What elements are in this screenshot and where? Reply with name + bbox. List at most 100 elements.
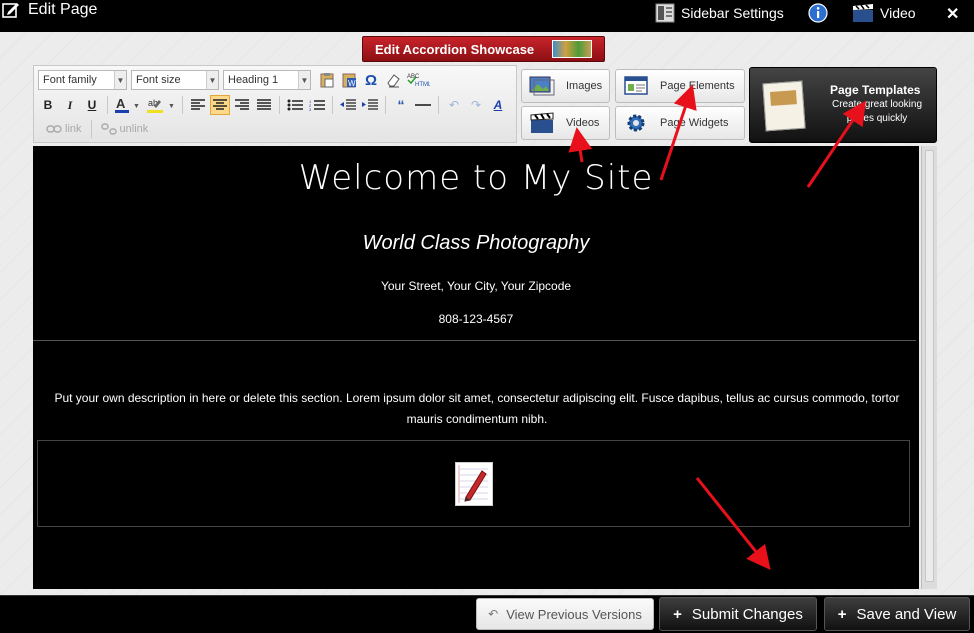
site-heading[interactable]: Welcome to My Site — [33, 158, 919, 198]
numbered-list-icon: 123 — [309, 99, 325, 111]
site-address[interactable]: Your Street, Your City, Your Zipcode — [33, 279, 919, 293]
align-center-button[interactable] — [210, 95, 230, 115]
redo-button[interactable]: ↷ — [466, 95, 486, 115]
video-button[interactable]: Video — [852, 3, 916, 23]
bold-button[interactable]: B — [38, 95, 58, 115]
underline-button[interactable]: U — [82, 95, 102, 115]
page-title: Edit Page — [28, 1, 98, 18]
font-size-label: Font size — [136, 74, 181, 86]
unlink-icon — [100, 123, 117, 135]
save-and-view-label: Save and View — [856, 605, 957, 623]
text-color-icon: A ▼ — [115, 96, 140, 113]
images-label: Images — [566, 80, 603, 92]
content-divider — [33, 340, 916, 341]
font-family-select[interactable]: Font family ▼ — [38, 70, 127, 90]
plus-icon: + — [837, 605, 847, 623]
save-and-view-button[interactable]: + Save and View — [824, 597, 970, 631]
site-subheading[interactable]: World Class Photography — [33, 232, 919, 255]
editor-content-area[interactable]: Welcome to My Site World Class Photograp… — [33, 146, 919, 589]
site-description[interactable]: Put your own description in here or dele… — [37, 388, 917, 430]
outdent-icon — [340, 99, 356, 110]
indent-icon — [362, 99, 378, 110]
toolbar-row-2: B I U A ▼ ab ▼ 123 “ ↶ ↷ A — [38, 95, 508, 115]
content-scrollbar[interactable] — [921, 146, 937, 589]
bullet-list-icon — [287, 99, 303, 111]
edit-accordion-showcase-button[interactable]: Edit Accordion Showcase — [362, 36, 605, 62]
clear-formatting-button[interactable] — [383, 70, 403, 90]
unlink-label: unlink — [119, 123, 149, 135]
chevron-down-icon: ▼ — [298, 71, 310, 89]
videos-button[interactable]: Videos — [521, 106, 610, 140]
toolbar-divider — [332, 96, 333, 114]
align-left-icon — [191, 99, 205, 110]
styles-icon: A — [493, 98, 503, 112]
heading-label: Heading 1 — [228, 74, 279, 86]
page-elements-button[interactable]: Page Elements — [615, 69, 745, 103]
scrollbar-thumb[interactable] — [925, 150, 934, 582]
sidebar-icon — [655, 3, 675, 23]
quote-icon: “ — [397, 97, 405, 113]
site-phone[interactable]: 808-123-4567 — [33, 312, 919, 326]
align-right-icon — [235, 99, 249, 110]
clapperboard-icon — [853, 4, 873, 22]
heading-select[interactable]: Heading 1 ▼ — [223, 70, 311, 90]
toolbar-divider — [438, 96, 439, 114]
window-titlebar: Edit Page Sidebar Settings Video ✕ — [0, 0, 974, 32]
toolbar-row-1: Font family ▼ Font size ▼ Heading 1 ▼ W … — [38, 70, 431, 90]
unlink-button[interactable]: unlink — [97, 123, 153, 135]
undo-icon: ↶ — [448, 98, 460, 112]
clapperboard-icon — [528, 111, 556, 135]
close-icon: ✕ — [946, 6, 960, 23]
svg-text:W: W — [348, 79, 356, 88]
paste-word-button[interactable]: W — [339, 70, 359, 90]
align-left-button[interactable] — [188, 95, 208, 115]
horizontal-rule-button[interactable] — [413, 95, 433, 115]
page-templates-description: Create great looking pages quickly — [831, 99, 923, 124]
undo-button[interactable]: ↶ — [444, 95, 464, 115]
showcase-thumbnail-icon — [552, 40, 592, 58]
edit-pencil-icon[interactable] — [455, 462, 493, 506]
content-block[interactable] — [37, 440, 910, 527]
view-previous-versions-button[interactable]: ↶ View Previous Versions — [476, 598, 654, 630]
images-button[interactable]: Images — [521, 69, 610, 103]
align-right-button[interactable] — [232, 95, 252, 115]
text-color-button[interactable]: A ▼ — [113, 95, 143, 115]
paste-text-button[interactable] — [317, 70, 337, 90]
align-justify-button[interactable] — [254, 95, 274, 115]
page-widgets-button[interactable]: Page Widgets — [615, 106, 745, 140]
chevron-down-icon: ▼ — [114, 71, 126, 89]
link-button[interactable]: link — [42, 123, 86, 135]
page-templates-button[interactable]: Page Templates Create great looking page… — [749, 67, 937, 143]
close-button[interactable]: ✕ — [946, 4, 959, 24]
special-character-button[interactable]: Ω — [361, 70, 381, 90]
history-icon: ↶ — [488, 607, 499, 621]
italic-button[interactable]: I — [60, 95, 80, 115]
numbered-list-button[interactable]: 123 — [307, 95, 327, 115]
toolbar-divider — [385, 96, 386, 114]
page-elements-icon — [622, 74, 650, 98]
link-label: link — [65, 123, 82, 135]
paste-icon — [320, 73, 334, 88]
title-group: Edit Page — [2, 1, 97, 19]
bullet-list-button[interactable] — [285, 95, 305, 115]
blockquote-button[interactable]: “ — [391, 95, 411, 115]
svg-text:▼: ▼ — [133, 103, 140, 110]
highlight-color-button[interactable]: ab ▼ — [145, 95, 177, 115]
highlight-icon: ab ▼ — [147, 98, 175, 113]
styles-button[interactable]: A — [488, 95, 508, 115]
edit-icon — [2, 3, 19, 18]
info-icon — [808, 3, 828, 23]
submit-changes-label: Submit Changes — [691, 605, 803, 623]
info-button[interactable] — [808, 3, 828, 23]
outdent-button[interactable] — [338, 95, 358, 115]
spellcheck-html-button[interactable]: ABC HTML — [405, 70, 431, 90]
font-size-select[interactable]: Font size ▼ — [131, 70, 219, 90]
svg-text:▼: ▼ — [168, 103, 175, 110]
template-document-icon — [762, 80, 806, 132]
toolbar-divider — [279, 96, 280, 114]
submit-changes-button[interactable]: + Submit Changes — [659, 597, 817, 631]
indent-button[interactable] — [360, 95, 380, 115]
chevron-down-icon: ▼ — [206, 71, 218, 89]
videos-label: Videos — [566, 117, 600, 129]
sidebar-settings-button[interactable]: Sidebar Settings — [655, 3, 784, 23]
